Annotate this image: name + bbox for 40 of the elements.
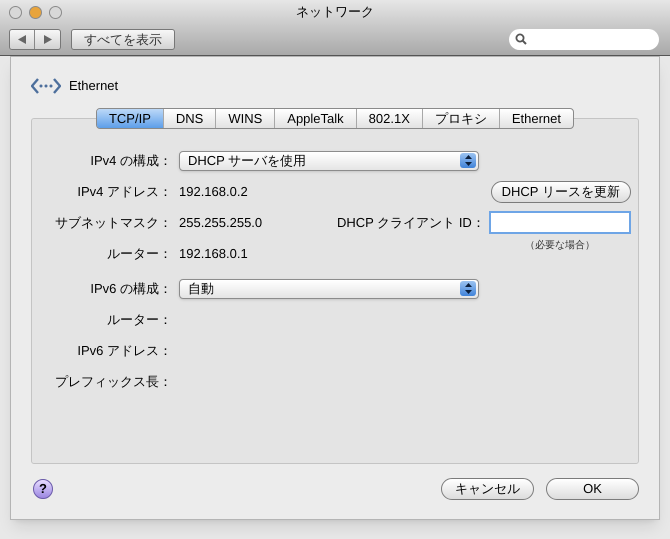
field-label: ルーター：	[106, 310, 173, 329]
tab[interactable]: 802.1X	[356, 109, 422, 128]
field-value: 192.168.0.2	[179, 184, 248, 198]
search-field[interactable]	[509, 28, 659, 50]
window-title: ネットワーク	[296, 3, 374, 22]
field-label: プレフィックス長：	[54, 372, 173, 391]
popup-menu[interactable]: 自動	[179, 278, 479, 298]
show-all-button[interactable]: すべてを表示	[71, 28, 175, 50]
tab[interactable]: WINS	[215, 109, 274, 128]
field-value: 255.255.255.0	[179, 214, 262, 230]
field-label: IPv6 アドレス：	[76, 342, 173, 360]
push-button[interactable]: キャンセル	[441, 478, 534, 500]
field-label: サブネットマスク：	[54, 214, 173, 232]
service-name: Ethernet	[69, 77, 118, 96]
client-id-field[interactable]	[488, 211, 631, 234]
tab[interactable]: AppleTalk	[274, 109, 356, 128]
field-label: DHCP クライアント ID：	[337, 214, 485, 232]
stepper-arrows-icon	[460, 281, 476, 296]
help-button[interactable]: ?	[33, 479, 53, 499]
tab[interactable]: TCP/IP	[96, 109, 163, 128]
right-triangle-icon	[44, 34, 52, 44]
popup-menu[interactable]: DHCP サーバを使用	[179, 150, 479, 170]
window-control-button[interactable]	[9, 6, 22, 18]
push-button[interactable]: DHCP リースを更新	[490, 180, 631, 202]
field-label: IPv4 の構成：	[89, 152, 173, 170]
tab[interactable]: プロキシ	[422, 109, 499, 128]
search-icon	[515, 33, 527, 45]
field-value: 192.168.0.1	[179, 246, 248, 260]
stepper-arrows-icon	[460, 153, 476, 168]
field-label: ルーター：	[106, 244, 173, 263]
window-control-button[interactable]	[49, 6, 62, 18]
tab[interactable]: DNS	[162, 109, 216, 128]
tab[interactable]: Ethernet	[498, 109, 574, 128]
window-control-button[interactable]	[29, 6, 42, 18]
field-label: IPv6 の構成：	[89, 280, 173, 298]
push-button[interactable]: OK	[546, 478, 639, 500]
network-arrows-icon	[31, 77, 61, 95]
field-label: IPv4 アドレス：	[76, 182, 173, 201]
left-triangle-icon	[18, 34, 26, 44]
hint-text: （必要な場合）	[524, 238, 596, 253]
